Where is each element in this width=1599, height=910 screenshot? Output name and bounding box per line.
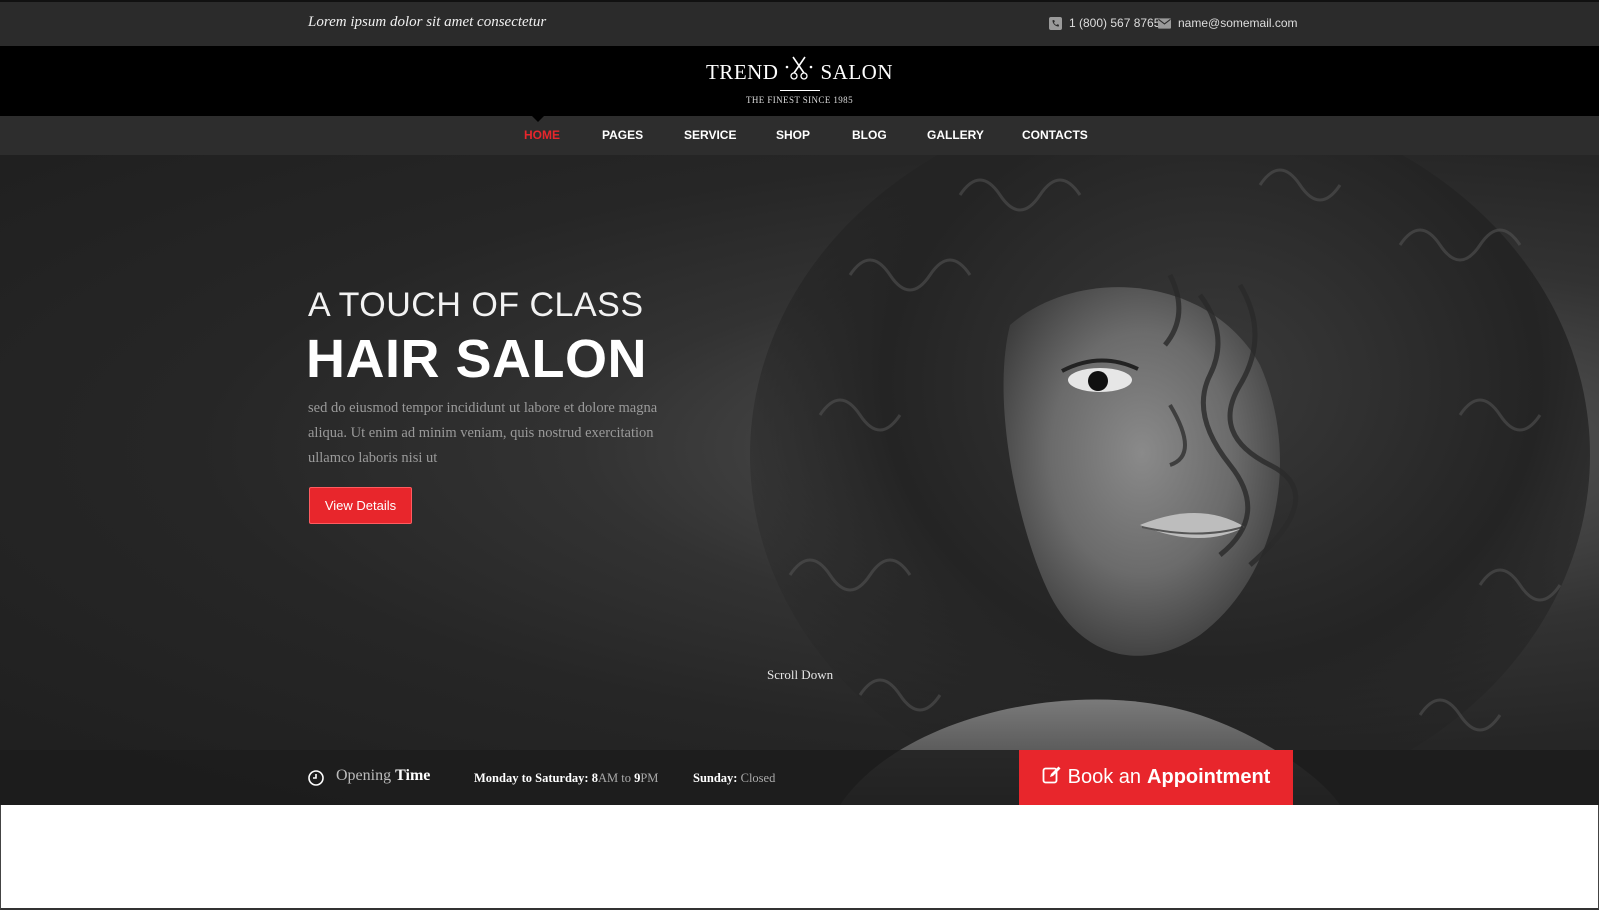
- weekday-hours-separator: to: [621, 771, 631, 785]
- nav-item-gallery[interactable]: GALLERY: [927, 128, 984, 142]
- opening-label-bold: Time: [395, 767, 431, 784]
- hero-section: A TOUCH OF CLASS HAIR SALON sed do eiusm…: [0, 155, 1599, 805]
- scroll-down-link[interactable]: Scroll Down: [767, 667, 833, 683]
- view-details-button[interactable]: View Details: [309, 487, 412, 524]
- nav-item-shop[interactable]: SHOP: [776, 128, 810, 142]
- page-content-area: [0, 805, 1599, 910]
- book-appointment-button[interactable]: Book an Appointment: [1019, 750, 1293, 805]
- phone-number: 1 (800) 567 8765: [1069, 16, 1161, 30]
- book-text-light: Book an: [1067, 766, 1142, 788]
- nav-item-blog[interactable]: BLOG: [852, 128, 887, 142]
- opening-time-label: Opening Time: [336, 767, 430, 785]
- edit-icon: [1042, 765, 1062, 791]
- sunday-hours-value: Closed: [740, 771, 776, 785]
- email-contact[interactable]: name@somemail.com: [1158, 16, 1298, 30]
- phone-icon: [1049, 16, 1062, 30]
- weekday-close-unit: PM: [640, 771, 659, 785]
- opening-label-light: Opening: [336, 767, 392, 784]
- logo-divider: [779, 90, 820, 91]
- book-text-bold: Appointment: [1147, 766, 1271, 788]
- weekday-hours-label: Monday to Saturday:: [474, 771, 589, 785]
- nav-item-contacts[interactable]: CONTACTS: [1022, 128, 1088, 142]
- top-bar: Lorem ipsum dolor sit amet consectetur 1…: [0, 0, 1599, 46]
- top-tagline: Lorem ipsum dolor sit amet consectetur: [308, 14, 547, 30]
- hero-subtitle: A TOUCH OF CLASS: [308, 286, 644, 324]
- main-nav: HOME PAGES SERVICE SHOP BLOG GALLERY CON…: [0, 116, 1599, 155]
- nav-item-home[interactable]: HOME: [524, 128, 560, 142]
- weekday-open-unit: AM: [597, 771, 619, 785]
- email-address: name@somemail.com: [1178, 16, 1298, 30]
- logo-tagline: THE FINEST SINCE 1985: [746, 95, 853, 105]
- nav-item-service[interactable]: SERVICE: [684, 128, 736, 142]
- phone-contact[interactable]: 1 (800) 567 8765: [1049, 16, 1160, 30]
- sunday-hours: Sunday: Closed: [693, 771, 775, 786]
- logo-bar: TREND SALON THE FINEST SINCE 1985: [0, 46, 1599, 116]
- hero-title: HAIR SALON: [306, 329, 647, 389]
- hero-portrait-image: [750, 155, 1590, 805]
- nav-item-pages[interactable]: PAGES: [602, 128, 643, 142]
- clock-icon: [308, 770, 324, 786]
- hero-description: sed do eiusmod tempor incididunt ut labo…: [308, 400, 658, 466]
- logo-word-right: SALON: [820, 59, 893, 84]
- sunday-hours-label: Sunday:: [693, 771, 738, 785]
- opening-hours-bar: [0, 750, 1599, 805]
- scissors-icon: [784, 56, 814, 88]
- weekday-hours: Monday to Saturday: 8AM to 9PM: [474, 771, 658, 786]
- site-logo[interactable]: TREND SALON THE FINEST SINCE 1985: [0, 56, 1599, 105]
- envelope-icon: [1158, 17, 1171, 30]
- active-nav-indicator: [532, 116, 544, 122]
- logo-word-left: TREND: [705, 59, 779, 84]
